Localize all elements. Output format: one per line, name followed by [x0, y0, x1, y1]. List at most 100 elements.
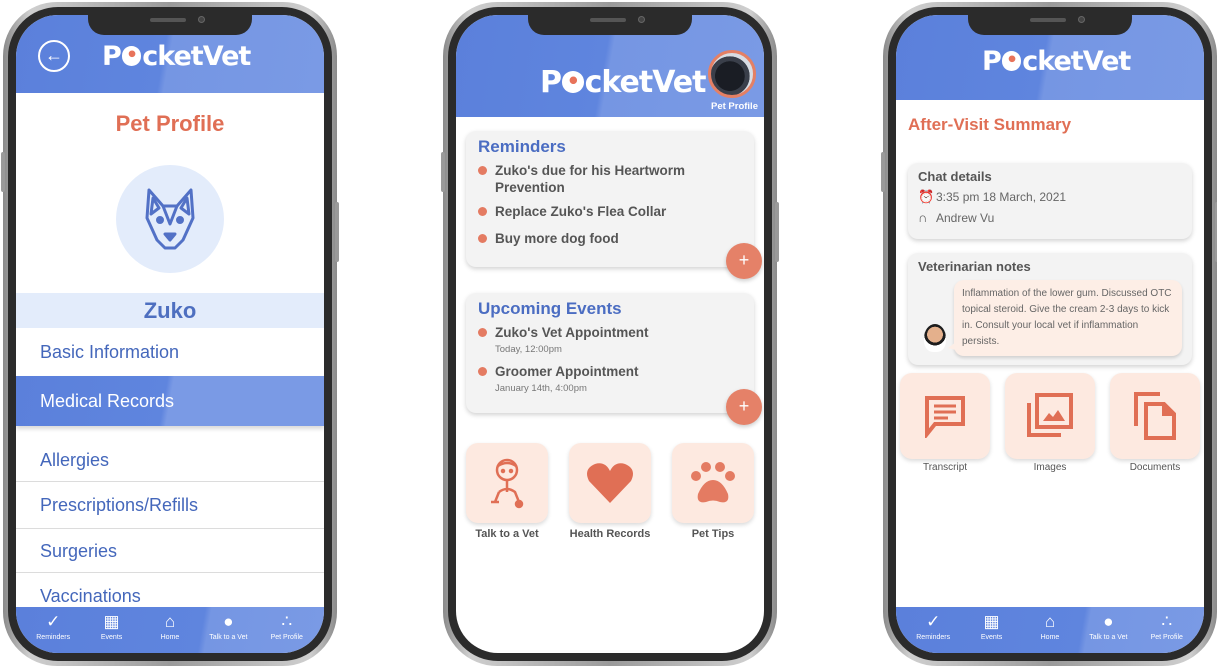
chat-details-title: Chat details: [918, 169, 992, 184]
nav-label: Talk to a Vet: [209, 634, 248, 641]
add-event-button[interactable]: +: [726, 389, 762, 425]
pet-profile-avatar[interactable]: [708, 50, 756, 98]
tile-label: Health Records: [569, 528, 651, 540]
menu-medical-records[interactable]: Medical Records: [16, 376, 324, 426]
nav-reminders[interactable]: ✓ Reminders: [24, 612, 82, 642]
vet-icon: [491, 458, 524, 509]
menu-prescriptions-refills[interactable]: Prescriptions/Refills: [16, 482, 324, 529]
checkmark-icon: ✓: [46, 612, 61, 631]
menu-basic-information[interactable]: Basic Information: [16, 328, 324, 376]
images-icon: [1027, 393, 1073, 437]
dog-face-icon: [145, 188, 195, 250]
phone-after-visit-summary: PcketVet After-Visit Summary Chat detail…: [881, 2, 1217, 666]
nav-label: Pet Profile: [270, 634, 303, 641]
phone-home: PcketVet Pet Profile Reminders Zuko's du…: [441, 2, 779, 666]
nav-talk-to-a-vet[interactable]: ● Talk to a Vet: [199, 612, 257, 642]
nav-home[interactable]: ⌂ Home: [1021, 612, 1079, 642]
volume-button: [881, 152, 885, 192]
tile-label: Pet Tips: [691, 528, 735, 540]
bottom-nav: ✓ Reminders ▦ Events ⌂ Home ● Talk to a Vet …: [16, 607, 324, 653]
nav-events[interactable]: ▦ Events: [963, 613, 1021, 642]
chat-details-card: Chat details ⏰ 3:35 pm 18 March, 2021 ∩ An…: [908, 163, 1192, 239]
reminders-title: Reminders: [478, 137, 566, 156]
nav-label: Home: [1040, 634, 1060, 641]
nav-reminders[interactable]: ✓ Reminders: [904, 612, 962, 642]
summary-resources: Transcript Images Documents: [900, 373, 1200, 473]
phone-pet-profile: ← PcketVet Pet Profile Zuko Basic Inform…: [1, 2, 339, 666]
alarm-clock-icon: ⏰: [918, 189, 935, 204]
nav-pet-profile[interactable]: ∴ Pet Profile: [258, 612, 316, 642]
tile-talk-to-a-vet[interactable]: Talk to a Vet: [466, 443, 548, 540]
event-item[interactable]: Groomer Appointment January 14th, 4:00pm: [478, 363, 742, 394]
tile-health-records[interactable]: Health Records: [569, 443, 651, 540]
nav-label: Events: [100, 634, 123, 641]
reminder-item[interactable]: Buy more dog food: [478, 230, 742, 247]
bullet-dot: [478, 166, 487, 175]
power-button: [775, 202, 779, 262]
events-card: Upcoming Events Zuko's Vet Appointment To…: [466, 293, 762, 425]
volume-button: [1, 152, 5, 192]
checkmark-icon: ✓: [926, 612, 941, 631]
bullet-dot: [478, 207, 487, 216]
notes-bubble: Inflammation of the lower gum. Discussed…: [948, 280, 1182, 356]
tile-images[interactable]: Images: [1005, 373, 1095, 473]
chat-bubble-icon: ●: [223, 612, 234, 631]
nav-label: Reminders: [916, 634, 951, 641]
volume-button: [441, 152, 445, 192]
back-arrow-icon: ←: [45, 45, 63, 65]
reminders-card: Reminders Zuko's due for his Heartworm P…: [466, 131, 762, 279]
tile-label: Transcript: [922, 462, 968, 473]
nav-home[interactable]: ⌂ Home: [141, 612, 199, 642]
chat-datetime: ⏰ 3:35 pm 18 March, 2021: [918, 189, 1067, 204]
notch: [88, 7, 252, 35]
page-title: After-Visit Summary: [908, 115, 1072, 134]
tile-label: Documents: [1129, 462, 1181, 473]
nav-label: Home: [160, 634, 180, 641]
logo-text: cketVet: [1022, 46, 1131, 77]
app-logo: PcketVet: [102, 41, 251, 72]
nav-pet-profile[interactable]: ∴ Pet Profile: [1138, 612, 1196, 642]
chat-bubble-icon: ●: [1103, 612, 1114, 631]
tile-documents[interactable]: Documents: [1110, 373, 1200, 473]
paw-icon: ∴: [1161, 612, 1173, 631]
vet-avatar: [924, 324, 946, 352]
tile-label: Images: [1033, 462, 1067, 473]
reminder-item[interactable]: Zuko's due for his Heartworm Prevention: [478, 162, 742, 196]
notch: [528, 7, 692, 35]
menu-surgeries[interactable]: Surgeries: [16, 529, 324, 573]
event-item[interactable]: Zuko's Vet Appointment Today, 12:00pm: [478, 324, 742, 355]
pet-avatar: [116, 165, 224, 273]
paw-icon: [691, 462, 735, 503]
reminder-item[interactable]: Replace Zuko's Flea Collar: [478, 203, 742, 220]
page-title: Pet Profile: [115, 111, 225, 136]
nav-talk-to-a-vet[interactable]: ● Talk to a Vet: [1079, 612, 1137, 642]
heart-icon: [587, 463, 633, 503]
tile-pet-tips[interactable]: Pet Tips: [672, 443, 754, 540]
paw-icon: ∴: [281, 612, 293, 631]
tile-label: Talk to a Vet: [475, 528, 539, 540]
logo-text: cketVet: [142, 41, 251, 72]
home-icon: ⌂: [1044, 612, 1056, 631]
bullet-dot: [478, 328, 487, 337]
bullet-dot: [478, 234, 487, 243]
quick-actions: Talk to a Vet Health Records Pet Tips: [466, 443, 754, 540]
nav-label: Reminders: [36, 634, 71, 641]
bullet-dot: [478, 367, 487, 376]
add-reminder-button[interactable]: +: [726, 243, 762, 279]
app-logo: PcketVet: [982, 46, 1131, 77]
app-logo: PcketVet: [540, 65, 706, 100]
tile-transcript[interactable]: Transcript: [900, 373, 990, 473]
pet-name: Zuko: [16, 293, 324, 328]
notch: [968, 7, 1132, 35]
nav-events[interactable]: ▦ Events: [83, 613, 141, 642]
veterinarian-notes-card: Veterinarian notes Inflammation of the l…: [908, 253, 1192, 365]
home-icon: ⌂: [164, 612, 176, 631]
menu-allergies[interactable]: Allergies: [16, 432, 324, 482]
nav-label: Pet Profile: [1150, 634, 1183, 641]
back-button[interactable]: ←: [38, 40, 70, 72]
notes-title: Veterinarian notes: [918, 259, 1031, 274]
pet-profile-label[interactable]: Pet Profile: [711, 101, 758, 112]
events-title: Upcoming Events: [478, 299, 622, 318]
vet-name-row: ∩ Andrew Vu: [918, 210, 995, 225]
bottom-nav: ✓ Reminders ▦ Events ⌂ Home ● Talk to a Vet …: [896, 607, 1204, 653]
